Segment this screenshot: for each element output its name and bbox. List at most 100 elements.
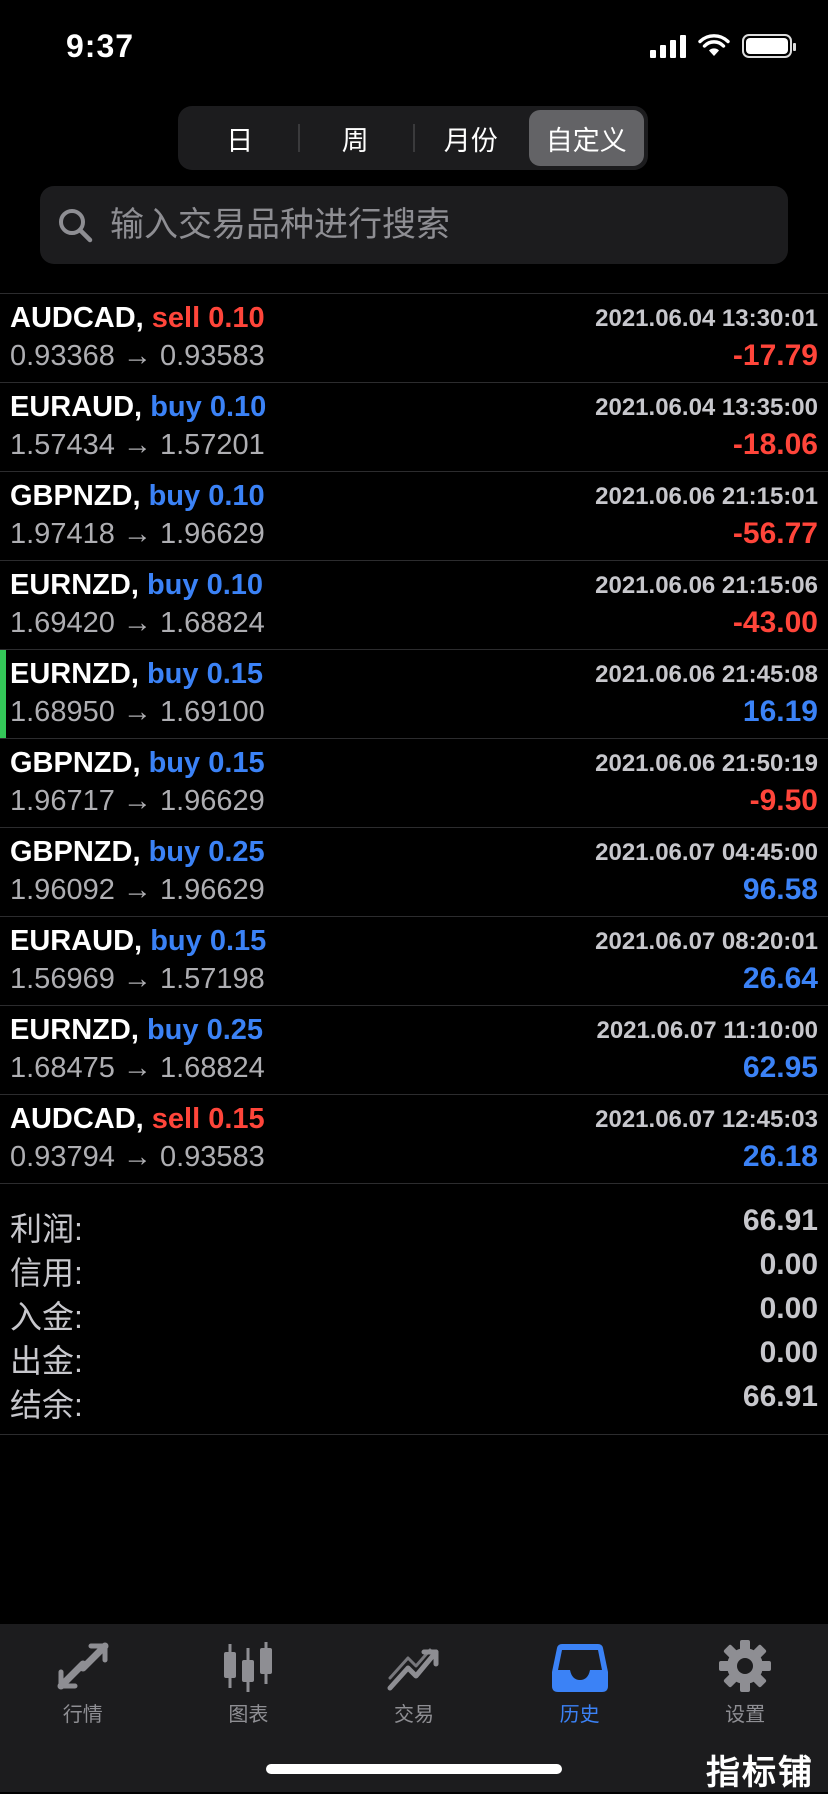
trade-row[interactable]: EURNZD, buy 0.15 2021.06.06 21:45:08 1.689…: [0, 650, 828, 739]
trade-open-price: 1.96717: [10, 785, 115, 817]
battery-icon: [742, 34, 796, 58]
trade-symbol-line: EURNZD, buy 0.10: [10, 569, 263, 602]
wifi-icon: [698, 34, 730, 56]
trade-row[interactable]: EURNZD, buy 0.25 2021.06.07 11:10:00 1.684…: [0, 1006, 828, 1095]
summary-label: 信用:: [10, 1255, 83, 1291]
trade-side: buy: [148, 747, 201, 779]
trade-close-price: 1.57201: [159, 429, 265, 461]
trade-row[interactable]: GBPNZD, buy 0.25 2021.06.07 04:45:00 1.960…: [0, 828, 828, 917]
trade-side: buy: [148, 836, 201, 868]
summary-value: 0.00: [759, 1292, 818, 1325]
trade-profit: -43.00: [732, 606, 818, 639]
summary-row: 入金: 0.00: [0, 1290, 828, 1335]
trade-prices: 1.56969 → 1.57198: [10, 963, 265, 996]
search-input[interactable]: [108, 204, 788, 246]
search-bar: [40, 186, 788, 264]
trade-time: 2021.06.06 21:45:08: [595, 661, 818, 688]
arrow-right-icon: →: [122, 340, 152, 372]
trade-close-price: 1.57198: [159, 963, 265, 995]
trade-volume: 0.15: [208, 747, 265, 779]
tab-quotes[interactable]: 行情: [0, 1624, 166, 1792]
trade-history-list: AUDCAD, sell 0.10 2021.06.04 13:30:01 0.93…: [0, 293, 828, 1184]
trade-symbol: GBPNZD,: [10, 836, 141, 868]
home-indicator[interactable]: [266, 1764, 562, 1774]
trade-profit: 26.18: [742, 1140, 818, 1173]
trade-profit: -56.77: [732, 517, 818, 550]
status-bar: 9:37: [0, 0, 828, 96]
trade-open-price: 1.69420: [10, 607, 115, 639]
trade-volume: 0.10: [208, 302, 265, 334]
trade-volume: 0.15: [208, 1103, 265, 1135]
trade-time: 2021.06.04 13:30:01: [595, 305, 818, 332]
arrow-right-icon: →: [122, 607, 152, 639]
arrow-right-icon: →: [122, 1052, 152, 1084]
period-tab-day[interactable]: 日: [182, 110, 298, 166]
trade-symbol-line: AUDCAD, sell 0.10: [10, 302, 265, 335]
summary-row: 出金: 0.00: [0, 1334, 828, 1379]
summary-value: 66.91: [742, 1204, 818, 1237]
trade-volume: 0.10: [209, 391, 267, 423]
trade-row[interactable]: GBPNZD, buy 0.10 2021.06.06 21:15:01 1.974…: [0, 472, 828, 561]
trade-close-price: 1.96629: [159, 518, 265, 550]
summary-row: 信用: 0.00: [0, 1246, 828, 1291]
trade-volume: 0.15: [206, 658, 264, 690]
trade-symbol-line: EURAUD, buy 0.10: [10, 391, 266, 424]
trade-row[interactable]: GBPNZD, buy 0.15 2021.06.06 21:50:19 1.967…: [0, 739, 828, 828]
period-tab-week[interactable]: 周: [297, 110, 414, 166]
cellular-signal-icon: [650, 34, 686, 58]
trade-volume: 0.10: [206, 569, 264, 601]
trade-symbol: AUDCAD,: [10, 1103, 144, 1135]
trade-row[interactable]: EURAUD, buy 0.15 2021.06.07 08:20:01 1.569…: [0, 917, 828, 1006]
period-segmented-control: 日 周 月份 自定义: [178, 106, 648, 170]
arrow-right-icon: →: [122, 874, 152, 906]
trade-side: buy: [146, 658, 199, 690]
trade-close-price: 1.69100: [159, 696, 265, 728]
trade-symbol: GBPNZD,: [10, 480, 141, 512]
trade-symbol: EURAUD,: [10, 391, 143, 423]
arrow-right-icon: →: [122, 785, 152, 817]
trade-volume: 0.10: [208, 480, 265, 512]
trade-profit: 16.19: [742, 695, 818, 728]
trade-side: buy: [150, 391, 202, 423]
trade-side: sell: [151, 1103, 201, 1135]
candlestick-chart-icon: [224, 1642, 273, 1692]
trade-row[interactable]: EURNZD, buy 0.10 2021.06.06 21:15:06 1.694…: [0, 561, 828, 650]
trade-prices: 0.93794 → 0.93583: [10, 1141, 265, 1174]
trade-symbol-line: EURAUD, buy 0.15: [10, 925, 266, 958]
trade-close-price: 1.68824: [159, 607, 265, 639]
arrow-right-icon: →: [122, 963, 152, 995]
summary-row: 利润: 66.91: [0, 1202, 828, 1247]
trade-open-price: 1.56969: [10, 963, 115, 995]
quotes-arrows-icon: [57, 1642, 109, 1690]
trade-open-price: 1.96092: [10, 874, 115, 906]
trade-side: buy: [148, 480, 201, 512]
trade-open-price: 1.68475: [10, 1052, 115, 1084]
period-tab-month[interactable]: 月份: [413, 110, 529, 166]
trade-prices: 1.96092 → 1.96629: [10, 874, 265, 907]
trade-row[interactable]: AUDCAD, sell 0.15 2021.06.07 12:45:03 0.93…: [0, 1095, 828, 1184]
trade-profit: -9.50: [749, 784, 818, 817]
trade-side: buy: [146, 569, 199, 601]
trade-symbol-line: EURNZD, buy 0.25: [10, 1014, 263, 1047]
trade-prices: 1.97418 → 1.96629: [10, 518, 265, 551]
trade-side: buy: [146, 1014, 199, 1046]
trade-symbol-line: GBPNZD, buy 0.25: [10, 836, 265, 869]
trade-time: 2021.06.07 08:20:01: [595, 928, 818, 955]
trade-prices: 0.93368 → 0.93583: [10, 340, 265, 373]
trade-open-price: 1.57434: [10, 429, 115, 461]
trade-symbol-line: GBPNZD, buy 0.10: [10, 480, 265, 513]
trade-time: 2021.06.06 21:15:06: [595, 572, 818, 599]
summary-value: 0.00: [759, 1248, 818, 1281]
trade-profit: 96.58: [742, 873, 818, 906]
trade-symbol: EURNZD,: [10, 658, 139, 690]
summary-panel: 利润: 66.91 信用: 0.00 入金: 0.00 出金: 0.00 结余: 66.91: [0, 1202, 828, 1435]
period-tab-custom[interactable]: 自定义: [528, 110, 644, 166]
trade-close-price: 1.96629: [159, 785, 265, 817]
trade-open-price: 1.97418: [10, 518, 115, 550]
arrow-right-icon: →: [122, 1141, 152, 1173]
trade-row[interactable]: AUDCAD, sell 0.10 2021.06.04 13:30:01 0.93…: [0, 294, 828, 383]
trade-close-price: 1.68824: [159, 1052, 265, 1084]
summary-label: 利润:: [10, 1211, 83, 1247]
trade-row[interactable]: EURAUD, buy 0.10 2021.06.04 13:35:00 1.574…: [0, 383, 828, 472]
trade-volume: 0.15: [209, 925, 267, 957]
